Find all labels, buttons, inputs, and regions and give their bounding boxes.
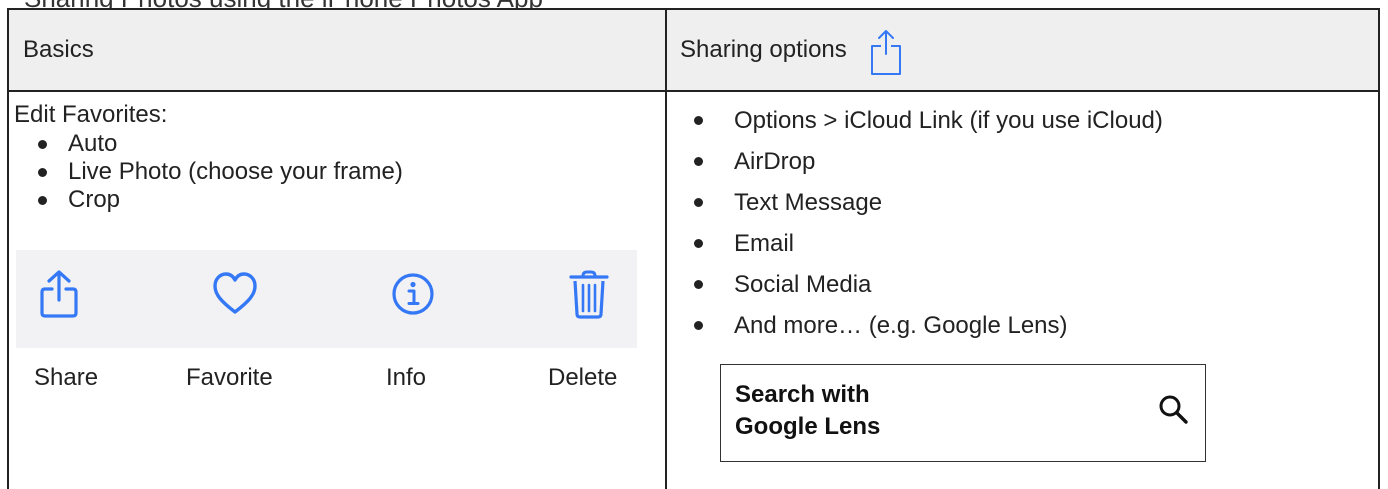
header-basics: Basics (23, 10, 94, 90)
favorite-label: Favorite (186, 364, 273, 391)
edit-favorites-list: Auto Live Photo (choose your frame) Crop (14, 130, 644, 214)
list-item: And more… (e.g. Google Lens) (690, 305, 1350, 346)
list-item: Social Media (690, 264, 1350, 305)
photo-action-bar (16, 250, 637, 348)
heart-icon[interactable] (212, 268, 258, 320)
basics-content: Edit Favorites: Auto Live Photo (choose … (14, 100, 644, 214)
search-icon (1159, 395, 1188, 424)
google-lens-label: Search with Google Lens (735, 379, 880, 443)
header-basics-label: Basics (23, 36, 94, 63)
page-heading: Sharing Photos using the iPhone Photos A… (24, 0, 543, 8)
share-label: Share (34, 364, 99, 391)
header-sharing: Sharing options (680, 10, 903, 90)
info-label: Info (386, 364, 427, 391)
edit-favorites-title: Edit Favorites: (14, 101, 168, 128)
delete-label: Delete (548, 364, 618, 391)
list-item: Auto (38, 130, 644, 158)
sharing-options-list: Options > iCloud Link (if you use iCloud… (690, 100, 1350, 346)
list-item: AirDrop (690, 141, 1350, 182)
list-item: Text Message (690, 182, 1350, 223)
list-item: Email (690, 223, 1350, 264)
column-divider (665, 10, 667, 489)
google-lens-line1: Search with (735, 381, 870, 408)
header-sharing-label: Sharing options (680, 36, 847, 63)
list-item: Crop (38, 186, 644, 214)
info-icon[interactable] (390, 268, 436, 320)
page-heading-strip: Sharing Photos using the iPhone Photos A… (0, 0, 1388, 8)
list-item: Options > iCloud Link (if you use iCloud… (690, 100, 1350, 141)
google-lens-line2: Google Lens (735, 413, 881, 440)
share-icon[interactable] (36, 268, 82, 320)
google-lens-button[interactable]: Search with Google Lens (720, 364, 1206, 462)
photo-action-labels: Share Favorite Info Delete (16, 364, 637, 404)
trash-icon[interactable] (566, 268, 612, 320)
sharing-content: Options > iCloud Link (if you use iCloud… (690, 100, 1350, 346)
share-icon (870, 30, 901, 75)
list-item: Live Photo (choose your frame) (38, 158, 644, 186)
